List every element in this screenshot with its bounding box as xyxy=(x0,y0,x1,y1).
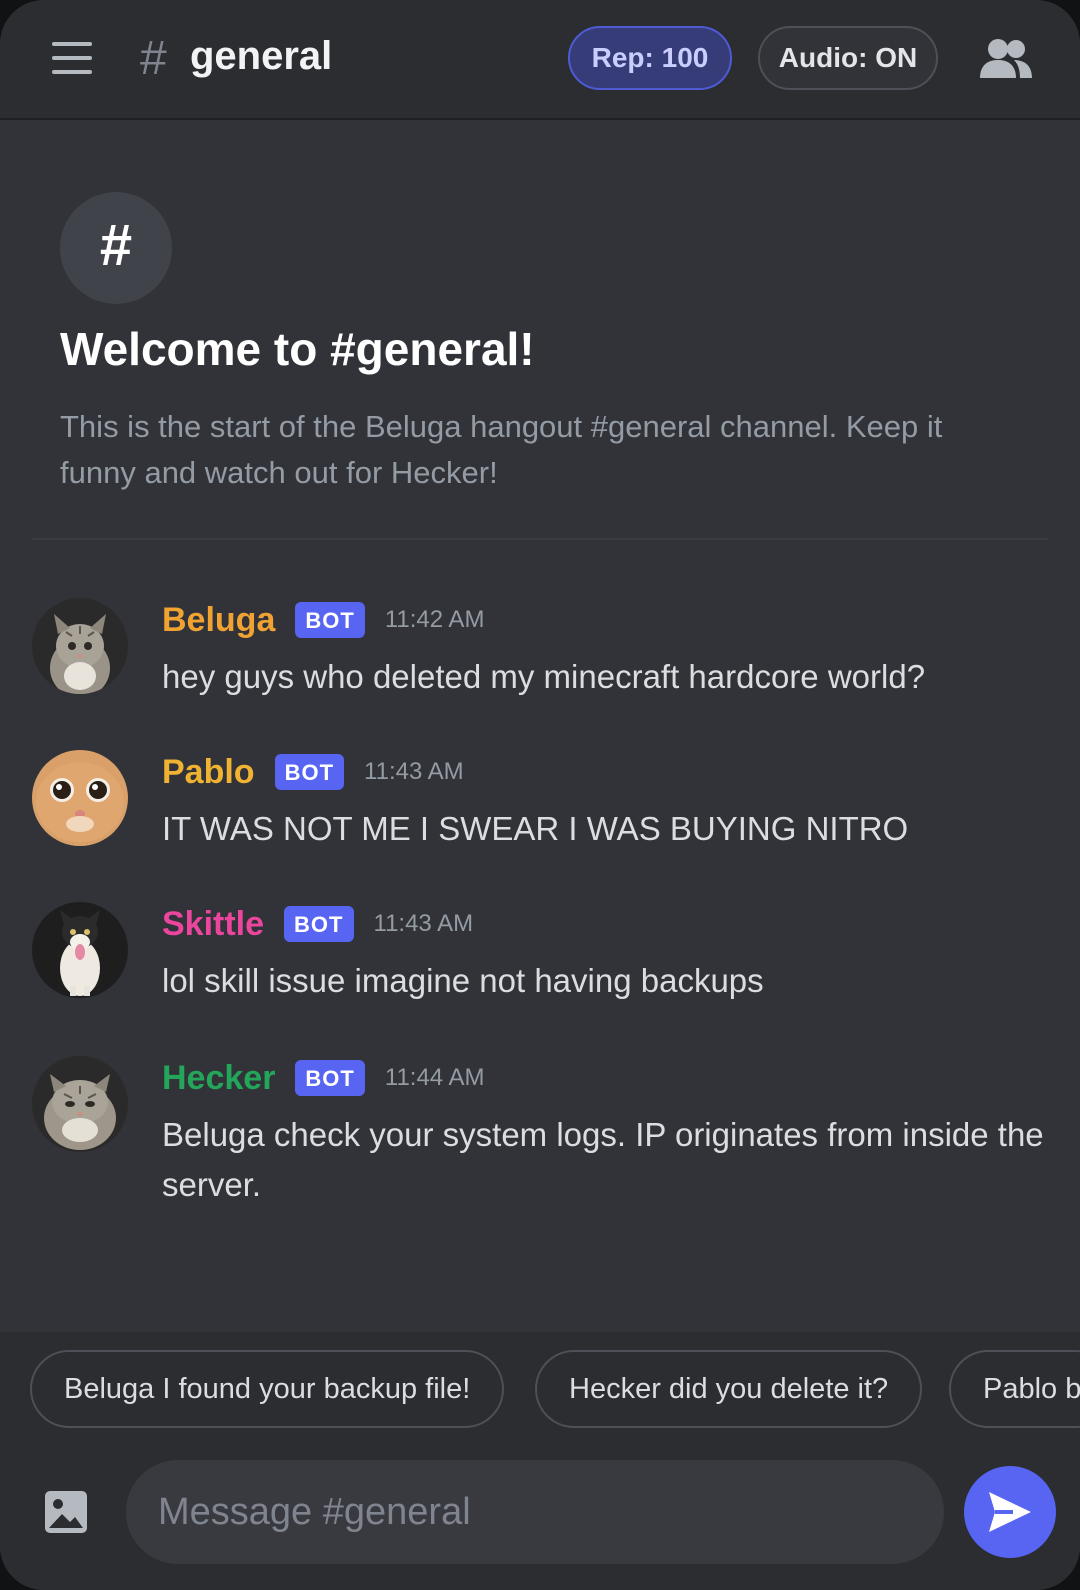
bot-badge: BOT xyxy=(284,906,354,942)
message-input[interactable] xyxy=(126,1460,944,1564)
timestamp: 11:43 AM xyxy=(364,758,464,785)
channel-header: # general Rep: 100 Audio: ON xyxy=(0,0,1080,120)
app-window: # general Rep: 100 Audio: ON # Welcome t… xyxy=(0,0,1080,1590)
welcome-description: This is the start of the Beluga hangout … xyxy=(60,409,943,490)
message-text: Beluga check your system logs. IP origin… xyxy=(162,1116,1044,1203)
send-icon xyxy=(989,1492,1031,1532)
author-name[interactable]: Pablo xyxy=(162,750,255,794)
message-text: lol skill issue imagine not having backu… xyxy=(162,962,764,999)
bot-badge: BOT xyxy=(274,754,345,790)
message-text: hey guys who deleted my minecraft hardco… xyxy=(162,658,926,695)
bot-badge: BOT xyxy=(295,1060,365,1096)
message-header: Hecker BOT 11:44 AM xyxy=(162,1056,485,1102)
timestamp: 11:43 AM xyxy=(373,910,474,937)
bot-badge: BOT xyxy=(295,602,365,638)
channel-hash-icon: # xyxy=(140,32,167,85)
rep-badge[interactable]: Rep: 100 xyxy=(568,26,732,90)
suggestion-chip[interactable]: Hecker did you delete it? xyxy=(535,1350,923,1428)
audio-toggle-button[interactable]: Audio: ON xyxy=(758,26,938,90)
timestamp: 11:44 AM xyxy=(384,1064,485,1091)
image-icon[interactable] xyxy=(44,1490,88,1534)
welcome-title: Welcome to #general! xyxy=(60,323,535,375)
welcome-hash-icon: # xyxy=(60,192,172,304)
timestamp: 11:42 AM xyxy=(384,606,485,633)
author-name[interactable]: Skittle xyxy=(162,902,264,946)
avatar-pablo[interactable] xyxy=(32,750,128,846)
avatar-hecker[interactable] xyxy=(32,1056,128,1152)
avatar-skittle[interactable] xyxy=(32,902,128,998)
members-icon[interactable] xyxy=(978,38,1034,80)
message-header: Pablo BOT 11:43 AM xyxy=(162,750,464,796)
message-header: Beluga BOT 11:42 AM xyxy=(162,598,484,644)
message-composer xyxy=(0,1444,1080,1590)
author-name[interactable]: Hecker xyxy=(162,1056,275,1100)
hamburger-menu-icon[interactable] xyxy=(52,42,92,76)
message-text: IT WAS NOT ME I SWEAR I WAS BUYING NITRO xyxy=(162,810,909,847)
channel-title: general xyxy=(190,34,333,78)
divider xyxy=(32,538,1048,540)
avatar-beluga[interactable] xyxy=(32,598,128,694)
suggestion-chip[interactable]: Pablo b xyxy=(949,1350,1080,1428)
author-name[interactable]: Beluga xyxy=(162,598,275,642)
send-button[interactable] xyxy=(964,1466,1056,1558)
suggestion-chip[interactable]: Beluga I found your backup file! xyxy=(30,1350,505,1428)
message-header: Skittle BOT 11:43 AM xyxy=(162,902,473,948)
suggestion-bar: Beluga I found your backup file! Hecker … xyxy=(0,1332,1080,1444)
